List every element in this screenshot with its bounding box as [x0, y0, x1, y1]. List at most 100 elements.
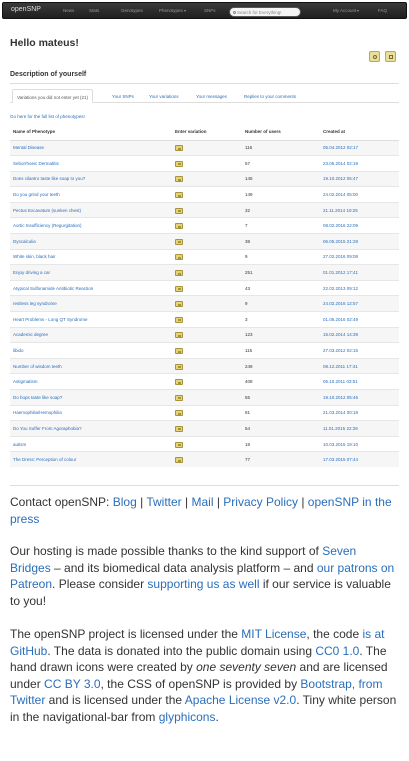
tab-your-snps[interactable]: Your SNPs — [112, 89, 134, 103]
created-at-link[interactable]: 06.05.2015 21:28 — [323, 239, 358, 244]
nav-my-account[interactable]: My Account — [333, 8, 360, 13]
nav-phenotypes[interactable]: Phenotypes — [159, 8, 186, 13]
phenotype-link[interactable]: Do You Suffer From Agoraphobia? — [13, 426, 81, 431]
cc0-link[interactable]: CC0 1.0 — [315, 644, 359, 658]
created-at-link[interactable]: 08.02.2016 22:09 — [323, 223, 358, 228]
created-at-link[interactable]: 24.02.2016 12:57 — [323, 301, 358, 306]
add-variation-icon[interactable] — [175, 301, 183, 308]
enter-variation-cell — [172, 326, 242, 343]
user-count-cell: 9 — [242, 295, 320, 312]
created-at-link[interactable]: 01.01.2012 17:41 — [323, 270, 358, 275]
phenotype-link[interactable]: Seborrhoeic Dermatitis — [13, 161, 59, 166]
mail-link[interactable]: Mail — [191, 495, 213, 509]
add-variation-icon[interactable] — [175, 348, 183, 355]
add-variation-icon[interactable] — [175, 176, 183, 183]
phenotype-link[interactable]: autism — [13, 442, 26, 447]
add-variation-icon[interactable] — [175, 410, 183, 417]
phenotype-name-cell: Academic degree — [10, 326, 172, 343]
add-variation-icon[interactable] — [175, 441, 183, 448]
created-at-link[interactable]: 01.06.2016 02:49 — [323, 317, 358, 322]
phenotype-link[interactable]: Haemophilia/Hemophilia — [13, 410, 62, 415]
apache-license-link[interactable]: Apache License v2.0 — [185, 693, 296, 707]
blog-link[interactable]: Blog — [113, 495, 137, 509]
phenotype-link[interactable]: Number of wisdom teeth — [13, 364, 62, 369]
tab-variations-not-entered[interactable]: Variations you did not enter yet (21) — [12, 89, 93, 103]
tab-your-variations[interactable]: Your variations — [149, 89, 179, 103]
created-at-link[interactable]: 24.02.2014 05:00 — [323, 192, 358, 197]
add-variation-icon[interactable] — [175, 316, 183, 323]
full-phenotype-list-link[interactable]: Go here for the full list of phenotypes! — [10, 114, 85, 119]
glyphicons-link[interactable]: glyphicons — [159, 710, 216, 724]
created-at-link[interactable]: 21.11.2014 19:25 — [323, 208, 358, 213]
created-at-link[interactable]: 23.05.2014 02:19 — [323, 161, 358, 166]
nav-news[interactable]: News — [63, 8, 74, 13]
phenotype-link[interactable]: Astigmatism — [13, 379, 38, 384]
phenotype-name-cell: The Dress: Perception of colour — [10, 451, 172, 468]
user-count-cell: 145 — [242, 170, 320, 187]
support-link[interactable]: supporting us as well — [147, 577, 259, 591]
created-at-link[interactable]: 27.02.2016 09:08 — [323, 254, 358, 259]
tab-your-messages[interactable]: Your messages — [196, 89, 227, 103]
add-variation-icon[interactable] — [175, 379, 183, 386]
add-variation-icon[interactable] — [175, 457, 183, 464]
add-variation-icon[interactable] — [175, 207, 183, 214]
add-variation-icon[interactable] — [175, 145, 183, 152]
user-count-cell: 3 — [242, 311, 320, 328]
created-at-link[interactable]: 19.10.2012 05:46 — [323, 395, 358, 400]
phenotype-link[interactable]: Do you grind your teeth — [13, 192, 60, 197]
table-row: Does cilantro taste like soap to you? 145… — [10, 170, 399, 187]
phenotype-link[interactable]: Heart Problems - Long QT Syndrome — [13, 317, 87, 322]
phenotype-link[interactable]: Atypical Sulfonamide Antibiotic Reaction — [13, 286, 93, 291]
search-input[interactable]: Search for Everything! — [229, 7, 301, 17]
phenotype-link[interactable]: libido — [13, 348, 24, 353]
phenotype-link[interactable]: Enjoy driving a car — [13, 270, 50, 275]
privacy-policy-link[interactable]: Privacy Policy — [223, 495, 298, 509]
add-variation-icon[interactable] — [175, 270, 183, 277]
add-variation-icon[interactable] — [175, 285, 183, 292]
created-at-link[interactable]: 15.02.2014 14:39 — [323, 332, 358, 337]
phenotype-link[interactable]: Pectus Excavatum (sunken chest) — [13, 208, 81, 213]
created-at-link[interactable]: 11.01.2015 22:28 — [323, 426, 358, 431]
phenotype-link[interactable]: Does cilantro taste like soap to you? — [13, 176, 85, 181]
add-variation-icon[interactable] — [175, 332, 183, 339]
phenotype-link[interactable]: Academic degree — [13, 332, 48, 337]
add-variation-icon[interactable] — [175, 223, 183, 230]
chevron-down-icon — [183, 9, 186, 12]
mit-license-link[interactable]: MIT License — [241, 627, 306, 641]
search-icon — [233, 11, 236, 15]
created-at-link[interactable]: 05.10.2011 03:51 — [323, 379, 358, 384]
nav-snps[interactable]: SNPs — [204, 8, 216, 13]
phenotype-link[interactable]: restless leg syndrome — [13, 301, 57, 306]
user-count-cell: 149 — [242, 186, 320, 203]
created-at-link[interactable]: 17.03.2015 07:44 — [323, 457, 358, 462]
add-variation-icon[interactable] — [175, 425, 183, 432]
brand-logo[interactable]: openSNP — [11, 6, 41, 13]
phenotype-link[interactable]: White skin, black hair — [13, 254, 56, 259]
twitter-link[interactable]: Twitter — [146, 495, 181, 509]
edit-profile-button[interactable] — [385, 51, 396, 62]
phenotype-link[interactable]: Aortic Insufficiency (Regurgitation) — [13, 223, 81, 228]
phenotype-link[interactable]: Mental Disease — [13, 145, 44, 150]
add-variation-icon[interactable] — [175, 192, 183, 199]
phenotype-link[interactable]: The Dress: Perception of colour — [13, 457, 76, 462]
phenotype-link[interactable]: Do hops taste like soap? — [13, 395, 62, 400]
created-at-link[interactable]: 05.04.2012 02:17 — [323, 145, 358, 150]
history-button[interactable] — [369, 51, 380, 62]
cc-by-link[interactable]: CC BY 3.0 — [44, 677, 100, 691]
nav-genotypes[interactable]: Genotypes — [121, 8, 143, 13]
nav-faq[interactable]: FAQ — [378, 8, 387, 13]
add-variation-icon[interactable] — [175, 394, 183, 401]
created-at-link[interactable]: 27.03.2012 02:15 — [323, 348, 358, 353]
add-variation-icon[interactable] — [175, 363, 183, 370]
created-at-link[interactable]: 22.02.2013 09:12 — [323, 286, 358, 291]
add-variation-icon[interactable] — [175, 254, 183, 261]
created-at-link[interactable]: 08.12.2011 17:41 — [323, 364, 358, 369]
created-at-link[interactable]: 19.10.2012 05:47 — [323, 176, 358, 181]
add-variation-icon[interactable] — [175, 238, 183, 245]
phenotype-link[interactable]: Dyscalculia — [13, 239, 36, 244]
created-at-link[interactable]: 10.03.2015 19:10 — [323, 442, 358, 447]
add-variation-icon[interactable] — [175, 160, 183, 167]
tab-replies[interactable]: Replies to your comments — [244, 89, 296, 103]
nav-stats[interactable]: Stats — [89, 8, 99, 13]
created-at-link[interactable]: 21.03.2014 00:18 — [323, 410, 358, 415]
